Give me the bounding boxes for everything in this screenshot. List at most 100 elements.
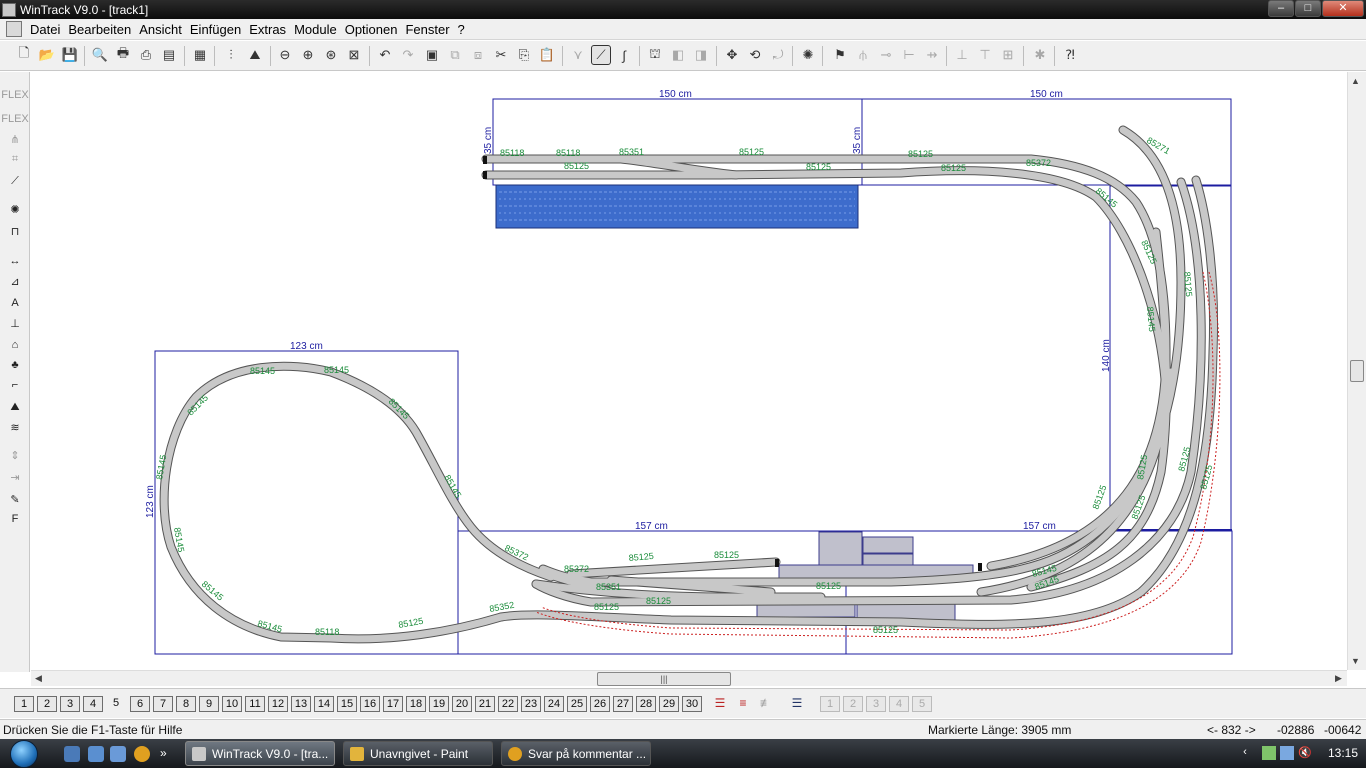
layer-tab-15[interactable]: 15 <box>337 696 357 712</box>
light-tool-icon[interactable]: ✺ <box>4 200 26 218</box>
help-pointer-icon[interactable]: ⁈ <box>1060 45 1080 65</box>
scroll-up-icon[interactable]: ▲ <box>1351 76 1360 86</box>
layer-tab-21[interactable]: 21 <box>475 696 495 712</box>
tree-tool-icon[interactable]: ♣ <box>4 356 26 374</box>
signal-icon[interactable]: ⚑ <box>830 45 850 65</box>
quicklaunch-more-icon[interactable]: » <box>160 746 176 762</box>
contour-tool-icon[interactable]: ≋ <box>4 418 26 436</box>
layer-tab-23[interactable]: 23 <box>521 696 541 712</box>
quicklaunch-explorer-icon[interactable] <box>110 746 126 762</box>
join-icon[interactable]: ⊸ <box>876 45 896 65</box>
layer-tab-25[interactable]: 25 <box>567 696 587 712</box>
layer-tab-26[interactable]: 26 <box>590 696 610 712</box>
bridge-tool-icon[interactable]: ⊓ <box>4 222 26 240</box>
layer-stack-icon[interactable]: ☰ <box>788 696 806 712</box>
menu-optionen[interactable]: Optionen <box>345 22 406 37</box>
layer-tab-1[interactable]: 1 <box>14 696 34 712</box>
paste-icon[interactable]: 📋 <box>537 45 557 65</box>
color-tool-icon[interactable]: ✎ <box>4 490 26 508</box>
text-tool-icon[interactable]: A <box>4 294 26 312</box>
print-preview-icon[interactable]: 🔍 <box>90 45 110 65</box>
maximize-button[interactable]: □ <box>1295 0 1321 17</box>
print-icon[interactable]: 🖶 <box>113 45 133 65</box>
layer-hide-icon[interactable]: ≡ <box>734 696 752 712</box>
layer-tab-20[interactable]: 20 <box>452 696 472 712</box>
rail-tool-icon[interactable]: ⟋ <box>4 172 26 190</box>
scroll-left-icon[interactable]: ◀ <box>35 673 42 684</box>
layer-manager-icon[interactable]: ☰ <box>711 696 729 712</box>
rotate-icon[interactable]: ⟲ <box>745 45 765 65</box>
crossing-tool-icon[interactable]: ⌗ <box>4 150 26 168</box>
layer-tab-12[interactable]: 12 <box>268 696 288 712</box>
menu-bearbeiten[interactable]: Bearbeiten <box>68 22 139 37</box>
layer-tab-11[interactable]: 11 <box>245 696 265 712</box>
font-tool-icon[interactable]: F <box>4 510 26 528</box>
terrain-tool-icon[interactable]: ⛰ <box>4 398 26 416</box>
copy-layer-icon[interactable]: ⧉ <box>445 45 465 65</box>
ramp-tool-icon[interactable]: ⊿ <box>4 272 26 290</box>
tray-network-icon[interactable] <box>1262 746 1276 760</box>
align-icon[interactable]: ⊢ <box>899 45 919 65</box>
height-set-icon[interactable]: ⊞ <box>998 45 1018 65</box>
extra-layer-2[interactable]: 2 <box>843 696 863 712</box>
extra-layer-1[interactable]: 1 <box>820 696 840 712</box>
connect-icon[interactable]: ✺ <box>798 45 818 65</box>
layer-tab-24[interactable]: 24 <box>544 696 564 712</box>
printer-setup-icon[interactable]: ⎙ <box>136 45 156 65</box>
horizontal-scrollbar[interactable]: ◀ ||| ▶ <box>31 670 1347 686</box>
ungroup-icon[interactable]: ◨ <box>691 45 711 65</box>
split-icon[interactable]: ⫛ <box>853 45 873 65</box>
quicklaunch-check-icon[interactable] <box>64 746 80 762</box>
minimize-button[interactable]: – <box>1268 0 1294 17</box>
tray-volume-icon[interactable]: 🔇 <box>1298 746 1312 760</box>
zoom-window-icon[interactable]: ⊛ <box>321 45 341 65</box>
layer-tab-22[interactable]: 22 <box>498 696 518 712</box>
vertical-scrollbar[interactable]: ▲ ▼ <box>1347 72 1366 670</box>
layers-icon[interactable]: ▦ <box>190 45 210 65</box>
redo-icon[interactable]: ↷ <box>398 45 418 65</box>
scroll-down-icon[interactable]: ▼ <box>1351 656 1360 666</box>
menu-datei[interactable]: Datei <box>30 22 68 37</box>
layer-tab-9[interactable]: 9 <box>199 696 219 712</box>
layer-tab-30[interactable]: 30 <box>682 696 702 712</box>
save-icon[interactable]: 💾 <box>60 45 80 65</box>
stairs-tool-icon[interactable]: ⌐ <box>4 376 26 394</box>
parts-list-icon[interactable]: ⫶ <box>221 45 241 65</box>
open-folder-icon[interactable]: 📂 <box>37 45 57 65</box>
copy-icon[interactable]: ⎘ <box>514 45 534 65</box>
menu-einfuegen[interactable]: Einfügen <box>190 22 249 37</box>
page-icon[interactable]: ▤ <box>159 45 179 65</box>
menu-module[interactable]: Module <box>294 22 345 37</box>
menu-extras[interactable]: Extras <box>249 22 294 37</box>
menu-ansicht[interactable]: Ansicht <box>139 22 190 37</box>
turnout-tool-icon[interactable]: ⋔ <box>4 130 26 148</box>
house-tool-icon[interactable]: ⌂ <box>4 336 26 354</box>
layer-tab-6[interactable]: 6 <box>130 696 150 712</box>
layer-tab-19[interactable]: 19 <box>429 696 449 712</box>
new-file-icon[interactable]: 🗋 <box>14 45 34 65</box>
grade-tool-icon[interactable]: ⇥ <box>4 468 26 486</box>
height-up-icon[interactable]: ⊥ <box>952 45 972 65</box>
quicklaunch-desktop-icon[interactable] <box>88 746 104 762</box>
flex-curve-tool-icon[interactable]: FLEX <box>1 110 29 128</box>
vertical-scroll-thumb[interactable] <box>1350 360 1364 382</box>
start-button[interactable] <box>2 739 50 768</box>
undo-icon[interactable]: ↶ <box>375 45 395 65</box>
layer-tab-18[interactable]: 18 <box>406 696 426 712</box>
landscape-icon[interactable]: ⛰ <box>245 45 265 65</box>
zoom-all-icon[interactable]: ⊠ <box>344 45 364 65</box>
switch-icon[interactable]: ⋎ <box>568 45 588 65</box>
tray-arrow-icon[interactable]: ‹ <box>1238 746 1252 760</box>
task-paint[interactable]: Unavngivet - Paint <box>343 741 493 766</box>
layer-tab-10[interactable]: 10 <box>222 696 242 712</box>
snap-icon[interactable]: ✱ <box>1030 45 1050 65</box>
task-chrome[interactable]: Svar på kommentar ... <box>501 741 651 766</box>
record-icon[interactable]: ▣ <box>422 45 442 65</box>
layer-tab-4[interactable]: 4 <box>83 696 103 712</box>
layer-tab-29[interactable]: 29 <box>659 696 679 712</box>
menu-help[interactable]: ? <box>458 22 473 37</box>
layer-tab-7[interactable]: 7 <box>153 696 173 712</box>
move-icon[interactable]: ✥ <box>722 45 742 65</box>
measure-tool-icon[interactable]: ↔ <box>4 252 26 270</box>
document-icon[interactable] <box>6 21 22 37</box>
